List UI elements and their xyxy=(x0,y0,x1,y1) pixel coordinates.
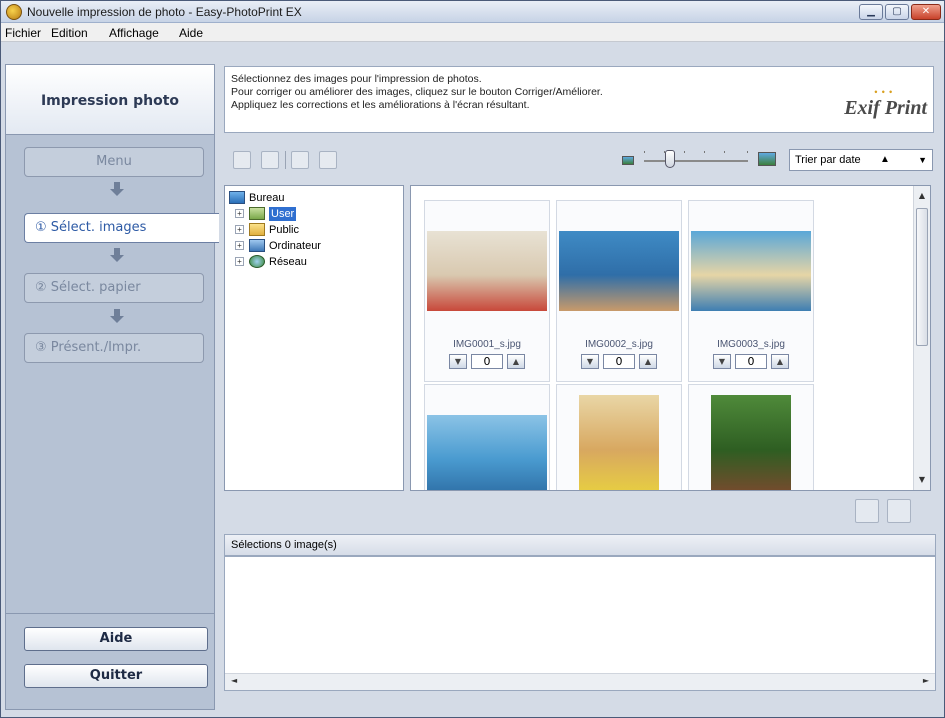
window-title: Nouvelle impression de photo - Easy-Phot… xyxy=(27,5,302,19)
folder-icon xyxy=(249,223,265,236)
increase-copies-button[interactable]: ▲ xyxy=(639,354,657,369)
scroll-up-icon[interactable]: ▲ xyxy=(914,188,930,204)
copies-field[interactable]: 0 xyxy=(471,354,503,369)
rotate-left-icon[interactable] xyxy=(855,499,879,523)
sort-dropdown[interactable]: Trier par date ▲ ▼ xyxy=(789,149,933,171)
photo-image[interactable] xyxy=(579,395,659,490)
main-area: Sélectionnez des images pour l'impressio… xyxy=(219,64,941,710)
toolbar: Trier par date ▲ ▼ xyxy=(224,139,936,179)
instructions-box: Sélectionnez des images pour l'impressio… xyxy=(224,66,934,133)
expand-icon[interactable]: + xyxy=(235,209,244,218)
chevron-down-icon[interactable]: ▼ xyxy=(918,150,927,170)
vertical-scrollbar[interactable]: ▲ ▼ xyxy=(913,186,930,490)
expand-icon[interactable]: + xyxy=(235,257,244,266)
tree-label: Public xyxy=(269,224,299,236)
user-folder-icon xyxy=(249,207,265,220)
minimize-button[interactable]: ▁ xyxy=(859,4,883,20)
thumbnail-filename: IMG0001_s.jpg xyxy=(453,339,521,350)
photo-image[interactable] xyxy=(427,415,547,490)
expand-icon[interactable]: + xyxy=(235,225,244,234)
close-button[interactable]: ✕ xyxy=(911,4,941,20)
panel-title: Impression photo xyxy=(40,93,180,109)
title-bar[interactable]: Nouvelle impression de photo - Easy-Phot… xyxy=(1,1,944,23)
instruction-line: Appliquez les corrections et les amélior… xyxy=(231,99,530,111)
status-bar xyxy=(1,710,944,717)
network-icon xyxy=(249,255,265,268)
thumbnail-card[interactable] xyxy=(556,384,682,490)
thumbnail-card[interactable]: IMG0001_s.jpg ▼ 0 ▲ xyxy=(424,200,550,382)
menu-file[interactable]: Fichier xyxy=(5,26,41,40)
down-arrow-icon xyxy=(110,248,124,262)
photo-image[interactable] xyxy=(711,395,791,490)
menu-edit[interactable]: Edition xyxy=(51,26,88,40)
scroll-left-icon[interactable]: ◄ xyxy=(231,676,237,685)
photo-image[interactable] xyxy=(427,231,547,311)
app-icon xyxy=(6,4,22,20)
folder-tree: Bureau + User + Public + Ordinateur + Ré xyxy=(224,185,404,491)
divider xyxy=(6,613,214,614)
tree-label: Réseau xyxy=(269,256,307,268)
menu-bar: Fichier Edition Affichage Aide xyxy=(1,23,944,42)
menu-help[interactable]: Aide xyxy=(179,26,203,40)
large-thumbnail-icon xyxy=(758,152,776,166)
photo-image[interactable] xyxy=(691,231,811,311)
instruction-line: Pour corriger ou améliorer des images, c… xyxy=(231,86,603,98)
copies-field[interactable]: 0 xyxy=(735,354,767,369)
help-button[interactable]: Aide xyxy=(24,627,208,651)
correct-enhance-icon[interactable] xyxy=(291,151,309,169)
thumbnail-filename: IMG0003_s.jpg xyxy=(717,339,785,350)
step-select-paper[interactable]: ② Sélect. papier xyxy=(24,273,204,303)
exif-print-logo: • • • Exif Print xyxy=(844,87,927,119)
copies-field[interactable]: 0 xyxy=(603,354,635,369)
panel-header: Impression photo xyxy=(6,65,214,135)
zoom-slider-thumb[interactable] xyxy=(665,150,675,168)
image-search-icon[interactable] xyxy=(319,151,337,169)
zoom-slider-ticks xyxy=(644,151,748,155)
thumbnail-card[interactable]: IMG0002_s.jpg ▼ 0 ▲ xyxy=(556,200,682,382)
photo-image[interactable] xyxy=(559,231,679,311)
menu-view[interactable]: Affichage xyxy=(109,26,159,40)
sort-ascending-icon[interactable]: ▲ xyxy=(880,150,890,170)
deselect-all-icon[interactable] xyxy=(261,151,279,169)
tree-label: User xyxy=(269,207,297,221)
menu-button[interactable]: Menu xyxy=(24,147,204,177)
small-thumbnail-icon xyxy=(622,156,634,165)
scroll-right-icon[interactable]: ► xyxy=(923,676,929,685)
thumbnail-card[interactable] xyxy=(424,384,550,490)
decrease-copies-button[interactable]: ▼ xyxy=(449,354,467,369)
selection-header: Sélections 0 image(s) xyxy=(224,534,936,556)
horizontal-scrollbar[interactable]: ◄ ► xyxy=(225,673,935,690)
logo-dots: • • • xyxy=(874,87,894,97)
scroll-thumb[interactable] xyxy=(916,208,928,346)
selection-area: ◄ ► xyxy=(224,556,936,691)
zoom-slider-track[interactable] xyxy=(644,160,748,162)
thumbnail-card[interactable]: IMG0003_s.jpg ▼ 0 ▲ xyxy=(688,200,814,382)
rotate-right-icon[interactable] xyxy=(887,499,911,523)
scroll-down-icon[interactable]: ▼ xyxy=(914,472,930,488)
toolbar-separator xyxy=(285,151,286,169)
thumbnail-area: IMG0001_s.jpg ▼ 0 ▲ IMG0002_s.jpg ▼ 0 ▲ … xyxy=(410,185,931,491)
thumbnail-filename: IMG0002_s.jpg xyxy=(585,339,653,350)
computer-icon xyxy=(249,239,265,252)
step-layout-print[interactable]: ③ Présent./Impr. xyxy=(24,333,204,363)
decrease-copies-button[interactable]: ▼ xyxy=(581,354,599,369)
maximize-button[interactable]: ▢ xyxy=(885,4,909,20)
decrease-copies-button[interactable]: ▼ xyxy=(713,354,731,369)
down-arrow-icon xyxy=(110,309,124,323)
increase-copies-button[interactable]: ▲ xyxy=(507,354,525,369)
increase-copies-button[interactable]: ▲ xyxy=(771,354,789,369)
quit-button[interactable]: Quitter xyxy=(24,664,208,688)
select-all-icon[interactable] xyxy=(233,151,251,169)
app-window: Nouvelle impression de photo - Easy-Phot… xyxy=(0,0,945,718)
tree-label: Ordinateur xyxy=(269,240,321,252)
thumbnail-card[interactable] xyxy=(688,384,814,490)
expand-icon[interactable]: + xyxy=(235,241,244,250)
sort-label: Trier par date xyxy=(795,154,861,166)
navigation-panel: Impression photo Menu ① Sélect. images ②… xyxy=(5,64,222,710)
tree-label: Bureau xyxy=(249,192,285,204)
instruction-line: Sélectionnez des images pour l'impressio… xyxy=(231,73,482,85)
desktop-icon xyxy=(229,191,245,204)
down-arrow-icon xyxy=(110,182,124,196)
step-select-images[interactable]: ① Sélect. images xyxy=(24,213,222,243)
